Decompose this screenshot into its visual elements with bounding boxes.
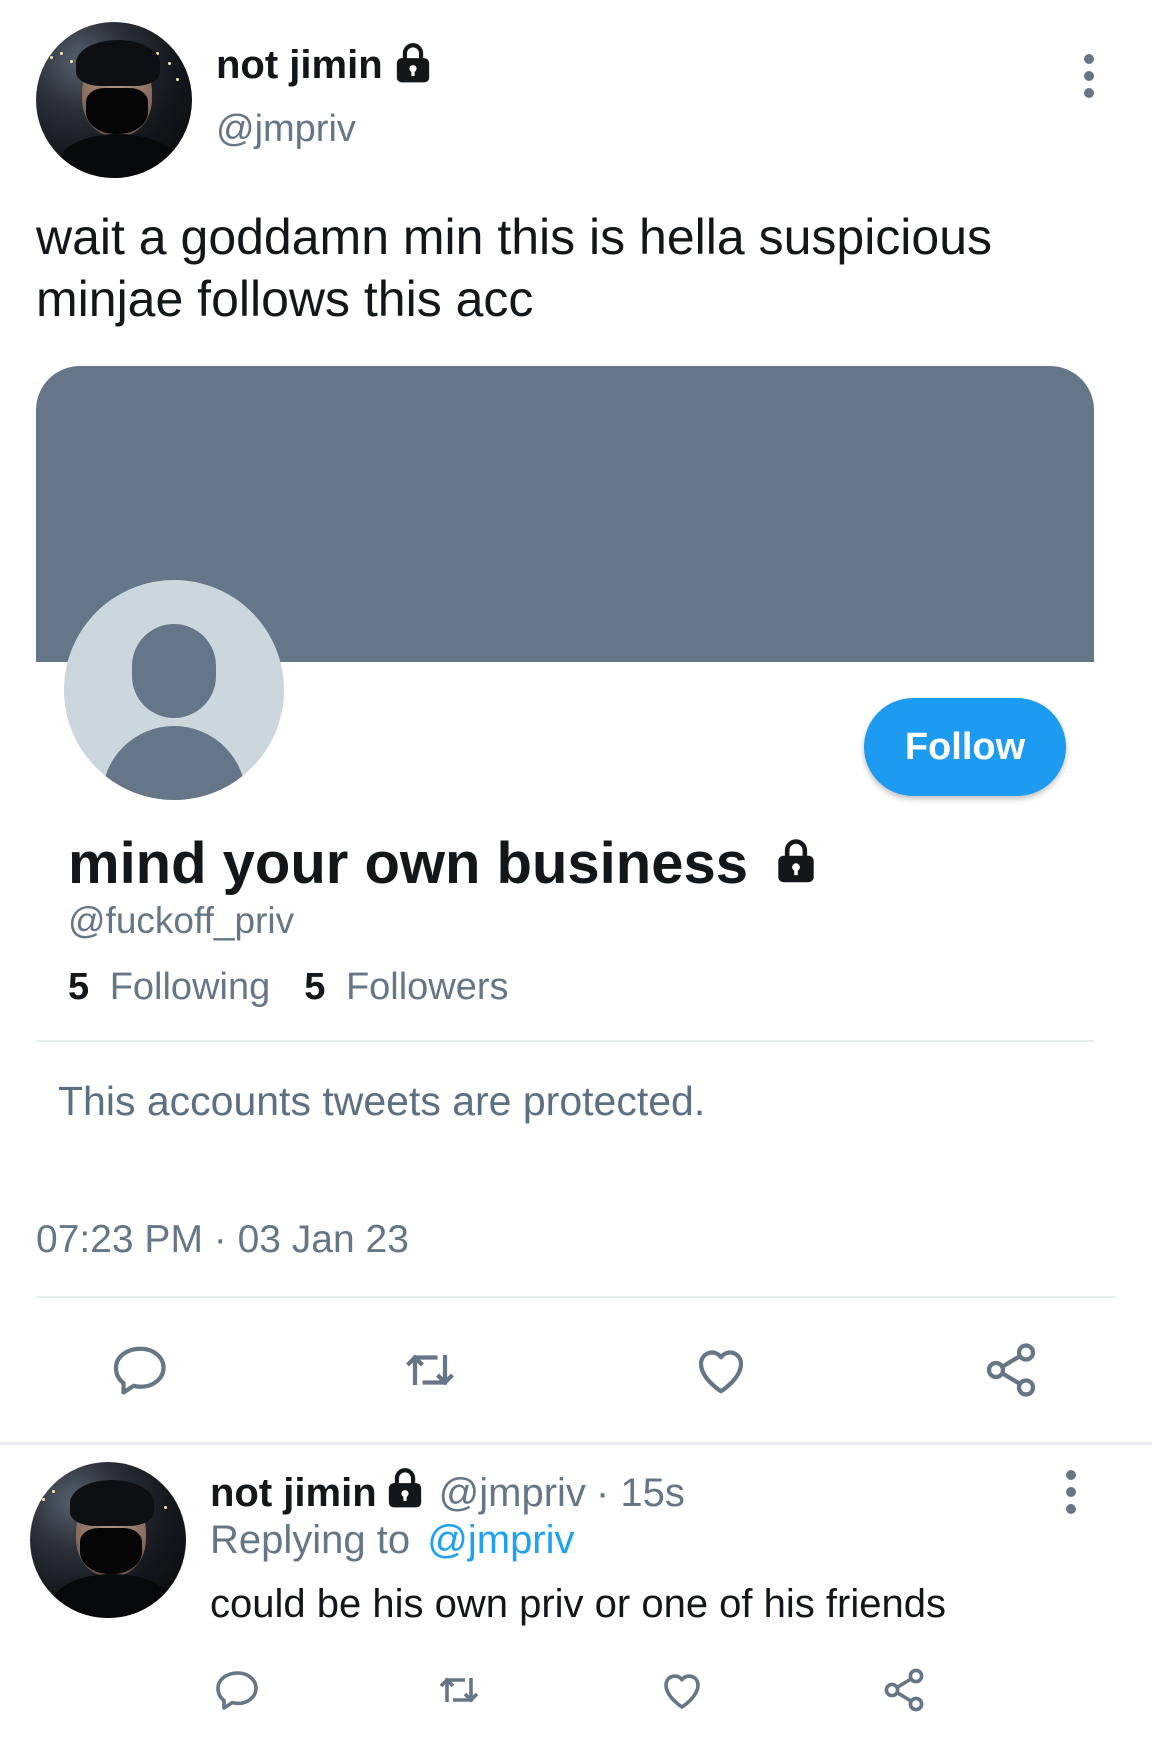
following-count: 5 xyxy=(68,966,90,1008)
reply-author-avatar[interactable] xyxy=(30,1462,186,1618)
following-label: Following xyxy=(109,966,271,1008)
tweet-separator xyxy=(0,1442,1152,1445)
reply-icon[interactable] xyxy=(106,1338,176,1402)
like-icon[interactable] xyxy=(686,1338,756,1402)
followers-stat[interactable]: 5 Followers xyxy=(304,966,508,1009)
lock-icon xyxy=(774,838,818,889)
author-avatar[interactable] xyxy=(36,22,192,178)
author-name[interactable]: not jimin xyxy=(216,43,383,88)
default-avatar-icon[interactable] xyxy=(64,580,284,800)
like-icon[interactable] xyxy=(654,1664,710,1716)
retweet-icon[interactable] xyxy=(430,1664,488,1716)
share-icon[interactable] xyxy=(876,1664,932,1716)
share-icon[interactable] xyxy=(976,1338,1046,1402)
retweet-icon[interactable] xyxy=(394,1338,466,1402)
author-handle[interactable]: @jmpriv xyxy=(216,108,356,151)
reply-icon[interactable] xyxy=(210,1664,266,1716)
reply-author-handle[interactable]: @jmpriv xyxy=(439,1471,586,1516)
replying-to-handle[interactable]: @jmpriv xyxy=(427,1518,574,1562)
author-name-row: not jimin xyxy=(216,40,433,90)
tweet-text: wait a goddamn min this is hella suspici… xyxy=(36,206,992,330)
reply-text: could be his own priv or one of his frie… xyxy=(210,1582,946,1626)
card-name-row: mind your own business xyxy=(68,830,818,896)
card-account-handle[interactable]: @fuckoff_priv xyxy=(68,900,294,942)
lock-icon xyxy=(393,42,433,89)
lock-icon xyxy=(385,1467,425,1519)
followers-label: Followers xyxy=(345,966,509,1008)
tweet-timestamp[interactable]: 07:23 PM · 03 Jan 23 xyxy=(36,1218,409,1262)
tweet-text-line: minjae follows this acc xyxy=(36,271,534,327)
replying-to-label: Replying to xyxy=(210,1518,411,1562)
timestamp-divider xyxy=(36,1296,1116,1298)
replying-to: Replying to @jmpriv xyxy=(210,1518,575,1563)
protected-notice: This accounts tweets are protected. xyxy=(58,1078,706,1124)
reply-header-row: not jimin @jmpriv · 15s xyxy=(210,1468,685,1518)
follow-button[interactable]: Follow xyxy=(864,698,1066,796)
reply-author-name[interactable]: not jimin xyxy=(210,1471,377,1516)
card-account-name[interactable]: mind your own business xyxy=(68,830,748,897)
followers-count: 5 xyxy=(304,966,326,1008)
more-vert-icon[interactable] xyxy=(1078,52,1100,100)
tweet-text-line: wait a goddamn min this is hella suspici… xyxy=(36,209,993,265)
card-stats: 5 Following 5 Followers xyxy=(68,966,509,1009)
more-vert-icon[interactable] xyxy=(1060,1468,1082,1516)
card-divider xyxy=(36,1040,1094,1042)
reply-time: · 15s xyxy=(595,1470,685,1515)
following-stat[interactable]: 5 Following xyxy=(68,966,270,1009)
